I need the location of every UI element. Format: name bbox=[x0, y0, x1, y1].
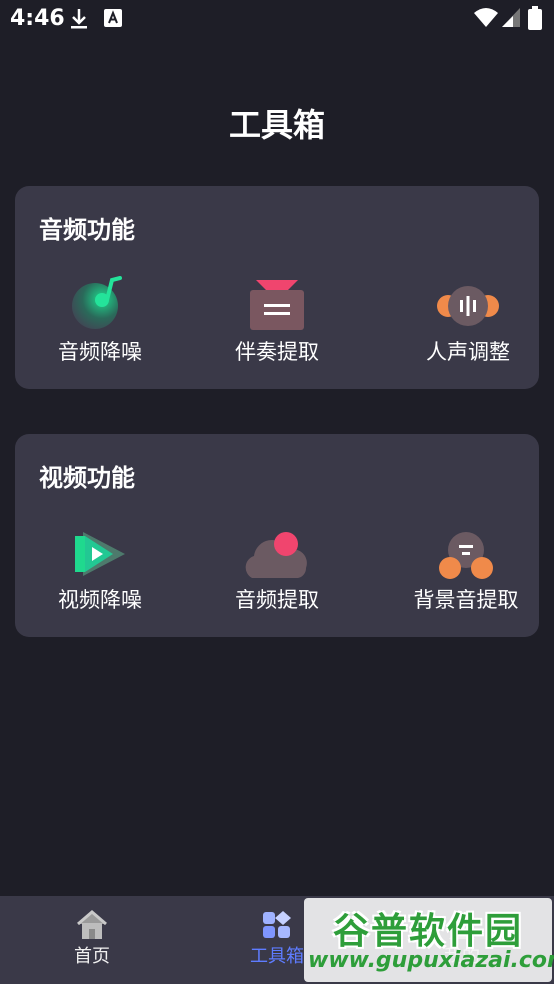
video-denoise-tool[interactable]: 视频降噪 bbox=[15, 522, 185, 622]
status-time: 4:46 bbox=[10, 6, 65, 31]
audio-card-title: 音频功能 bbox=[39, 216, 135, 244]
audio-denoise-tool[interactable]: 音频降噪 bbox=[15, 274, 185, 374]
background-sound-extract-tool[interactable]: 背景音提取 bbox=[381, 522, 551, 622]
wifi-icon bbox=[474, 8, 498, 27]
accompaniment-extract-tool[interactable]: 伴奏提取 bbox=[192, 274, 362, 374]
tool-label: 音频提取 bbox=[235, 588, 319, 612]
tool-label: 人声调整 bbox=[426, 340, 510, 364]
status-bar: 4:46 bbox=[0, 0, 554, 38]
page-title: 工具箱 bbox=[228, 106, 325, 144]
video-play-icon bbox=[75, 532, 125, 576]
watermark-url: www.gupuxiazai.com bbox=[308, 948, 554, 973]
voice-adjust-tool[interactable]: 人声调整 bbox=[383, 274, 553, 374]
app-notification-icon bbox=[104, 9, 122, 27]
audio-extract-tool[interactable]: 音频提取 bbox=[192, 522, 362, 622]
toolbox-icon bbox=[263, 911, 291, 938]
watermark: 谷普软件园 www.gupuxiazai.com bbox=[304, 898, 554, 982]
tool-label: 视频降噪 bbox=[58, 588, 142, 612]
background-sound-icon bbox=[439, 532, 493, 579]
watermark-text: 谷普软件园 bbox=[332, 911, 523, 952]
signal-icon bbox=[502, 8, 520, 27]
battery-icon bbox=[528, 6, 542, 30]
tool-label: 伴奏提取 bbox=[235, 340, 319, 364]
voice-wave-icon bbox=[437, 286, 499, 326]
audio-functions-card: 音频功能 音频降噪 伴奏提取 人声调整 bbox=[15, 186, 539, 389]
download-icon bbox=[71, 9, 87, 29]
tool-label: 背景音提取 bbox=[413, 588, 519, 612]
video-functions-card: 视频功能 视频降噪 音频提取 背景音提取 bbox=[15, 434, 539, 637]
home-icon bbox=[77, 910, 107, 939]
video-card-title: 视频功能 bbox=[39, 464, 135, 492]
tool-label: 音频降噪 bbox=[58, 340, 142, 364]
accompaniment-box-icon bbox=[250, 280, 304, 330]
cloud-icon bbox=[245, 532, 307, 578]
music-note-icon bbox=[72, 276, 122, 329]
nav-label: 首页 bbox=[74, 946, 110, 967]
nav-home[interactable]: 首页 bbox=[32, 896, 152, 984]
